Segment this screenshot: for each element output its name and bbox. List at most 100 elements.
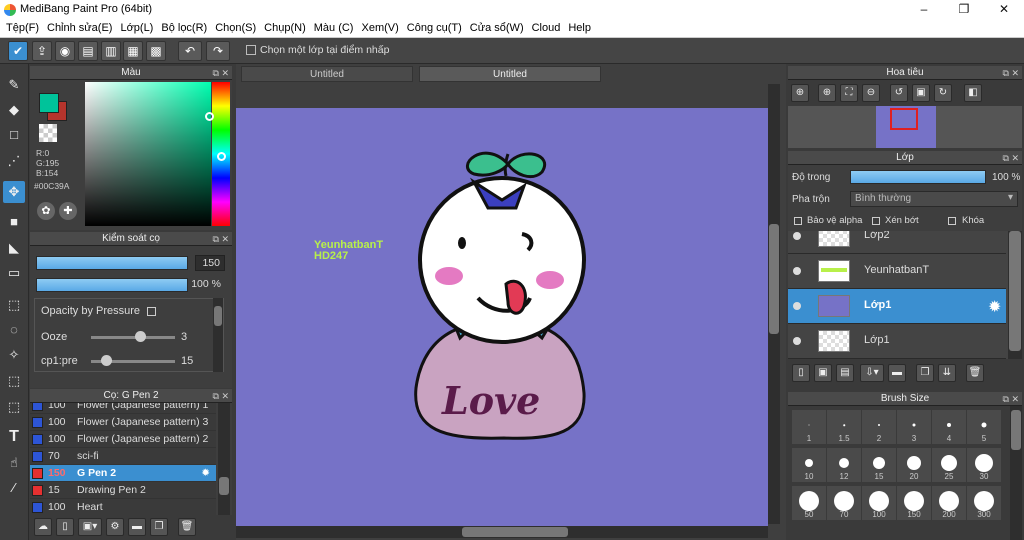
panel-close-icon[interactable]: ⧉ ✕ [1003, 151, 1019, 165]
drawing-canvas[interactable]: YeunhatbanT HD247 Love [236, 108, 768, 526]
brush-size-option[interactable]: 50 [792, 486, 826, 520]
brush-tool-icon[interactable]: ✎ [3, 74, 25, 96]
bucket-tool-icon[interactable]: ◣ [3, 237, 25, 259]
canvas-vscroll[interactable] [768, 84, 780, 524]
redo-icon[interactable]: ↷ [206, 41, 230, 61]
brush-size-option[interactable]: 1.5 [827, 410, 861, 444]
menu-cloud[interactable]: Cloud [526, 20, 561, 34]
rotate-left-icon[interactable]: ↺ [890, 84, 908, 102]
brush-item[interactable]: 70 sci-fi [30, 448, 216, 465]
tab-document-1[interactable]: Untitled [241, 66, 413, 82]
brush-size-option[interactable]: 20 [897, 448, 931, 482]
rect-tool-icon[interactable]: □ [3, 124, 25, 146]
brush-size-value[interactable]: 150 [195, 255, 225, 271]
brush-size-option[interactable]: 5 [967, 410, 1001, 444]
brush-item[interactable]: 100 Heart [30, 499, 216, 515]
menu-edit[interactable]: Chỉnh sửa(E) [41, 20, 112, 34]
brush-size-option[interactable]: 12 [827, 448, 861, 482]
rotate-right-icon[interactable]: ↻ [934, 84, 952, 102]
select-tool-icon[interactable]: ⬚ [3, 294, 25, 316]
menu-snap[interactable]: Chụp(N) [258, 20, 306, 34]
brush-new-icon[interactable]: ▯ [56, 518, 74, 536]
brush-size-option[interactable]: 200 [932, 486, 966, 520]
brush-item-selected[interactable]: 150 G Pen 2 ✹ [30, 465, 216, 482]
eye-icon[interactable] [793, 267, 801, 275]
menu-select[interactable]: Chọn(S) [209, 20, 256, 34]
brush-size-option[interactable]: 2 [862, 410, 896, 444]
panel-close-icon[interactable]: ⧉ ✕ [1003, 66, 1019, 80]
brush-size-option[interactable]: 25 [932, 448, 966, 482]
layer-row[interactable]: Lớp2 [788, 231, 1006, 254]
text-tool-icon[interactable]: T [3, 426, 25, 448]
brush-folder-icon[interactable]: ▬ [128, 518, 146, 536]
transparent-color-swatch[interactable] [39, 124, 57, 142]
brush-size-option[interactable]: 30 [967, 448, 1001, 482]
close-button[interactable]: ✕ [984, 0, 1024, 20]
brush-duplicate-icon[interactable]: ❐ [150, 518, 168, 536]
brush-size-option[interactable]: 15 [862, 448, 896, 482]
new-layer-halftone-icon[interactable]: ▤ [836, 364, 854, 382]
hue-handle[interactable] [217, 152, 226, 161]
magic-wand-icon[interactable]: ✧ [3, 344, 25, 366]
zoom-plus-icon[interactable]: ⊕ [818, 84, 836, 102]
fit-icon[interactable]: ⛶ [840, 84, 858, 102]
panel-close-icon[interactable]: ⧉ ✕ [213, 66, 229, 80]
brush-add-icon[interactable]: ▣▾ [78, 518, 102, 536]
tile-icon[interactable]: ▩ [146, 41, 166, 61]
zoom-in-icon[interactable]: ⊕ [791, 84, 809, 102]
brush-item[interactable]: 15 Drawing Pen 2 [30, 482, 216, 499]
select-layer-checkbox[interactable] [246, 45, 256, 55]
select-pen-icon[interactable]: ⬚ [3, 370, 25, 392]
ooze-handle[interactable] [135, 331, 146, 342]
brush-cloud-icon[interactable]: ☁ [34, 518, 52, 536]
eye-icon[interactable] [793, 302, 801, 310]
add-layer-menu-icon[interactable]: ⇩▾ [860, 364, 884, 382]
navigator-preview[interactable] [788, 106, 1022, 148]
brush-size-slider[interactable] [36, 256, 188, 270]
eye-icon[interactable] [793, 337, 801, 345]
brush-size-option[interactable]: 300 [967, 486, 1001, 520]
protect-alpha-checkbox[interactable] [794, 217, 802, 225]
brush-size-option[interactable]: 10 [792, 448, 826, 482]
minimize-button[interactable]: – [904, 0, 944, 20]
tab-document-2[interactable]: Untitled [419, 66, 601, 82]
gear-icon[interactable]: ✹ [988, 297, 1001, 317]
layer-opacity-slider[interactable] [850, 170, 986, 184]
menu-file[interactable]: Tệp(F) [0, 20, 39, 34]
brush-size-option[interactable]: 70 [827, 486, 861, 520]
new-layer-icon[interactable]: ▯ [792, 364, 810, 382]
menu-window[interactable]: Cửa sổ(W) [464, 20, 524, 34]
cp-handle[interactable] [101, 355, 112, 366]
eyedropper-tool-icon[interactable]: ⁄ [3, 477, 25, 499]
grid-icon[interactable]: ▦ [123, 41, 143, 61]
gradient-tool-icon[interactable]: ▭ [3, 262, 25, 284]
layer-row[interactable]: Lớp1 [788, 324, 1006, 359]
menu-tools[interactable]: Công cụ(T) [401, 20, 462, 34]
eye-icon[interactable] [793, 232, 801, 240]
clipping-checkbox[interactable] [872, 217, 880, 225]
merge-layer-icon[interactable]: ⇊ [938, 364, 956, 382]
undo-icon[interactable]: ↶ [178, 41, 202, 61]
menu-help[interactable]: Help [562, 20, 591, 34]
page-icon[interactable]: ▥ [101, 41, 121, 61]
new-layer-color-icon[interactable]: ▣ [814, 364, 832, 382]
select-eraser-icon[interactable]: ⬚ [3, 396, 25, 418]
panel-close-icon[interactable]: ⧉ ✕ [1003, 392, 1019, 406]
brush-list-scrollbar[interactable] [218, 403, 230, 515]
brush-control-scrollbar[interactable] [213, 298, 223, 372]
speech-icon[interactable]: ▤ [78, 41, 98, 61]
brush-item[interactable]: 100 Flower (Japanese pattern) 1 [30, 403, 216, 414]
layer-folder-icon[interactable]: ▬ [888, 364, 906, 382]
gear-icon[interactable]: ✹ [201, 465, 210, 482]
eraser-tool-icon[interactable]: ◆ [3, 99, 25, 121]
operation-tool-icon[interactable]: ☝ [3, 452, 25, 474]
brush-delete-icon[interactable]: 🗑 [178, 518, 196, 536]
menu-view[interactable]: Xem(V) [355, 20, 398, 34]
color-saturation-field[interactable] [85, 82, 211, 226]
lock-checkbox[interactable] [948, 217, 956, 225]
panel-close-icon[interactable]: ⧉ ✕ [213, 232, 229, 246]
panel-close-icon[interactable]: ⧉ ✕ [213, 389, 229, 403]
menu-layer[interactable]: Lớp(L) [114, 20, 153, 34]
palette-add-icon[interactable]: ✚ [59, 202, 77, 220]
export-icon[interactable]: ⇪ [32, 41, 52, 61]
